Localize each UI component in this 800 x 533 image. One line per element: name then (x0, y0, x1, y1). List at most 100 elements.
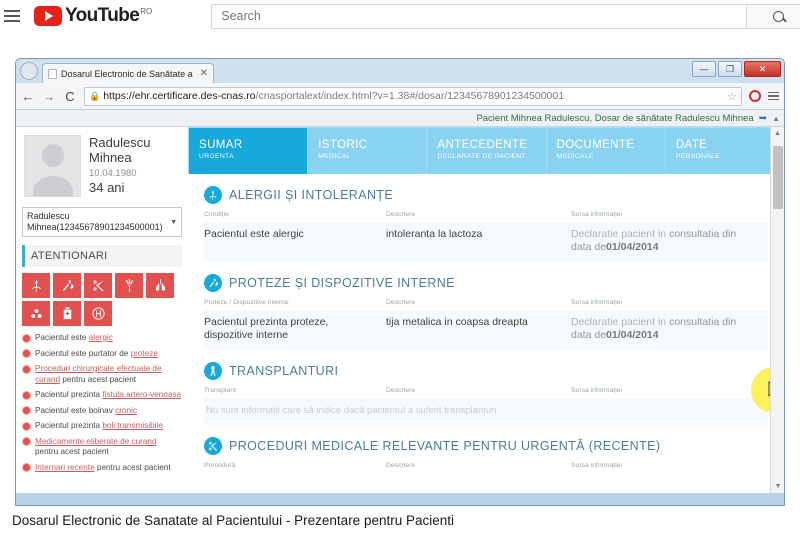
url-domain: https://ehr.certificare.des-cnas.ro (103, 90, 256, 102)
list-item[interactable]: Pacientul este alergic (22, 333, 182, 344)
bookmark-label[interactable]: Pacient Mihnea Radulescu, Dosar de sănăt… (476, 113, 753, 124)
section-title: PROCEDURI MEDICALE RELEVANTE PENTRU URGE… (229, 439, 661, 453)
table-row: Pacientul prezinta proteze, dispozitive … (204, 310, 768, 350)
search-input[interactable] (211, 3, 748, 29)
column-header: Procedură (204, 462, 236, 469)
cell-conditie: Pacientul este alergic (204, 228, 304, 240)
warning-suffix: pentru acest pacient (60, 374, 137, 384)
play-icon (34, 6, 62, 26)
browser-window: Dosarul Electronic de Sanătate a ✕ — ❐ ✕… (15, 58, 785, 506)
window-controls: — ❐ ✕ (692, 61, 781, 77)
biohazard-icon[interactable] (22, 301, 50, 326)
cell-proteza: Pacientul prezinta proteze, dispozitive … (204, 316, 329, 341)
list-item[interactable]: Proceduri chirurgicale efectuate de cura… (22, 364, 182, 385)
warning-link[interactable]: cronic (115, 406, 137, 415)
list-item[interactable]: Pacientul prezinta boli transmisibile (22, 421, 182, 432)
scroll-up-button[interactable]: ▲ (771, 127, 784, 140)
column-header: Sursa informației (571, 462, 622, 469)
medication-icon[interactable] (53, 301, 81, 326)
content-scroll-area: ALERGII ȘI INTOLERANȚE Condiție Descrier… (188, 174, 784, 493)
table-header-row: Proteze / Dispozitive interne Descriere … (204, 292, 768, 310)
prosthesis-icon[interactable] (53, 273, 81, 298)
warning-link[interactable]: proteze (131, 349, 158, 358)
browser-tab[interactable]: Dosarul Electronic de Sanătate a ✕ (42, 63, 214, 83)
back-icon[interactable]: ← (21, 89, 35, 104)
list-item[interactable]: Medicamente eliberate de curand pentru a… (22, 437, 182, 458)
tab-sumar-urgenta[interactable]: SUMAR URGENTA (189, 128, 308, 174)
tab-date-personale[interactable]: DATE PERSONALE (665, 128, 784, 174)
warning-prefix: Pacientul prezinta (35, 421, 103, 430)
warning-bullet-icon (22, 390, 31, 400)
search-icon (772, 10, 784, 22)
patient-lastname: Radulescu (89, 135, 151, 150)
warning-link[interactable]: alergic (89, 333, 113, 342)
reload-icon[interactable]: C (63, 89, 77, 104)
cell-sursa: Declaratie pacient in consultatia din da… (571, 222, 768, 262)
minimize-button[interactable]: — (692, 61, 716, 77)
page-viewport: Radulescu Mihnea 10.04.1980 34 ani Radul… (16, 127, 784, 493)
patient-header: Radulescu Mihnea 10.04.1980 34 ani (22, 133, 182, 203)
table-header-row: Condiție Descriere Sursa informației (204, 204, 768, 222)
chrome-profile-avatar[interactable] (20, 62, 38, 80)
column-header: Sursa informației (571, 387, 622, 394)
section-proceduri: PROCEDURI MEDICALE RELEVANTE PENTRU URGE… (188, 425, 784, 473)
tab-documente-medicale[interactable]: DOCUMENTE MEDICALE (546, 128, 665, 174)
address-bar[interactable]: 🔒 https://ehr.certificare.des-cnas.ro /c… (84, 86, 742, 106)
youtube-logo[interactable]: YouTube RO (34, 6, 152, 26)
maximize-button[interactable]: ❐ (718, 61, 742, 77)
youtube-header: YouTube RO (0, 0, 800, 32)
patient-identity: Radulescu Mihnea 10.04.1980 34 ani (89, 135, 150, 197)
procedures-section-icon (204, 437, 222, 455)
patient-selector[interactable]: Radulescu Mihnea(12345678901234500001) ▼ (22, 207, 182, 237)
page-scrollbar[interactable]: ▲ ▼ (770, 127, 784, 493)
section-alergii: ALERGII ȘI INTOLERANȚE Condiție Descrier… (188, 174, 784, 262)
scrollbar-thumb[interactable] (773, 146, 783, 209)
warning-list: Pacientul este alergic Pacientul este pu… (22, 333, 182, 473)
warning-link[interactable]: fistula artero-venoasa (102, 390, 181, 399)
scroll-down-button[interactable]: ▼ (771, 480, 784, 493)
scroll-up-icon[interactable]: ▲ (772, 114, 780, 123)
browser-tab-title: Dosarul Electronic de Sanătate a (61, 68, 193, 79)
surgery-scissors-icon[interactable] (84, 273, 112, 298)
allergy-icon[interactable] (22, 273, 50, 298)
hamburger-icon[interactable] (4, 10, 20, 22)
transplant-section-icon (204, 362, 222, 380)
list-item[interactable]: Pacientul este bolnav cronic (22, 406, 182, 417)
search-button[interactable] (747, 3, 800, 29)
hospital-icon[interactable] (84, 301, 112, 326)
list-item[interactable]: Internari recente pentru acest pacient (22, 463, 182, 474)
forward-icon[interactable]: → (42, 89, 56, 104)
share-arrow-icon[interactable]: ➥ (759, 113, 767, 124)
warning-bullet-icon (22, 364, 31, 374)
lock-icon: 🔒 (89, 90, 101, 101)
warning-link[interactable]: Medicamente eliberate de curand (35, 437, 157, 446)
tab-sublabel: DECLARATE DE PACIENT (437, 153, 526, 160)
avatar (24, 135, 81, 197)
section-title: TRANSPLANTURI (229, 364, 339, 378)
table-row: Pacientul este alergic intoleranta la la… (204, 222, 768, 262)
browser-menu-icon[interactable] (768, 91, 779, 101)
column-header: Sursa informației (571, 299, 622, 306)
tab-label: DOCUMENTE (556, 139, 635, 151)
extension-icon[interactable] (749, 90, 761, 102)
lungs-icon[interactable] (146, 273, 174, 298)
tab-label: SUMAR (199, 139, 243, 151)
bookmark-star-icon[interactable]: ☆ (727, 90, 737, 103)
close-button[interactable]: ✕ (744, 61, 781, 77)
list-item[interactable]: Pacientul prezinta fistula artero-venoas… (22, 390, 182, 401)
warning-bullet-icon (22, 406, 31, 415)
tab-bar: SUMAR URGENTA ISTORIC MEDICAL ANTECEDENT… (188, 127, 784, 174)
close-icon[interactable]: ✕ (200, 68, 208, 79)
warning-link[interactable]: boli transmisibile (102, 421, 163, 430)
patient-firstname: Mihnea (89, 150, 132, 165)
section-title: ALERGII ȘI INTOLERANȚE (229, 188, 394, 202)
table-header-row: Transplant Descriere Sursa informației (204, 380, 768, 398)
warning-link[interactable]: Internari recente (35, 463, 95, 472)
tab-antecedente[interactable]: ANTECEDENTE DECLARATE DE PACIENT (427, 128, 546, 174)
column-header: Descriere (386, 211, 416, 218)
fistula-icon[interactable] (115, 273, 143, 298)
column-header: Sursa informației (571, 211, 622, 218)
list-item[interactable]: Pacientul este purtator de proteze (22, 349, 182, 360)
tab-label: DATE (675, 139, 708, 151)
tab-istoric-medical[interactable]: ISTORIC MEDICAL (308, 128, 427, 174)
